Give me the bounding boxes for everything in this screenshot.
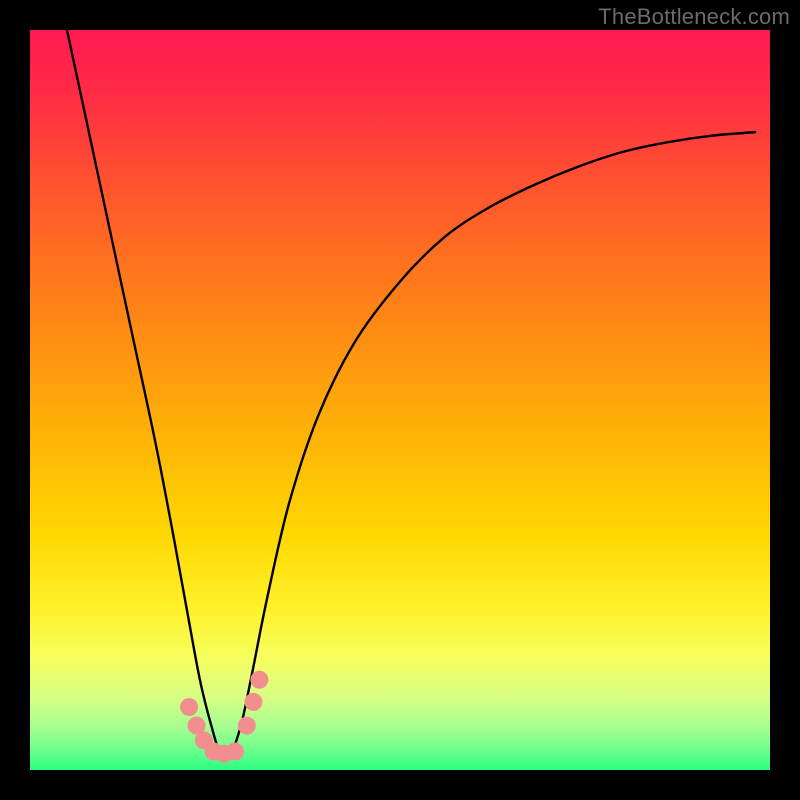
watermark-text: TheBottleneck.com [598,4,790,30]
chart-frame: TheBottleneck.com [0,0,800,800]
bottleneck-chart [30,30,770,770]
highlight-dot [250,671,268,689]
highlight-dot [226,743,244,761]
highlight-dot [244,693,262,711]
highlight-dot [238,717,256,735]
heat-background [30,30,770,770]
highlight-dot [180,698,198,716]
